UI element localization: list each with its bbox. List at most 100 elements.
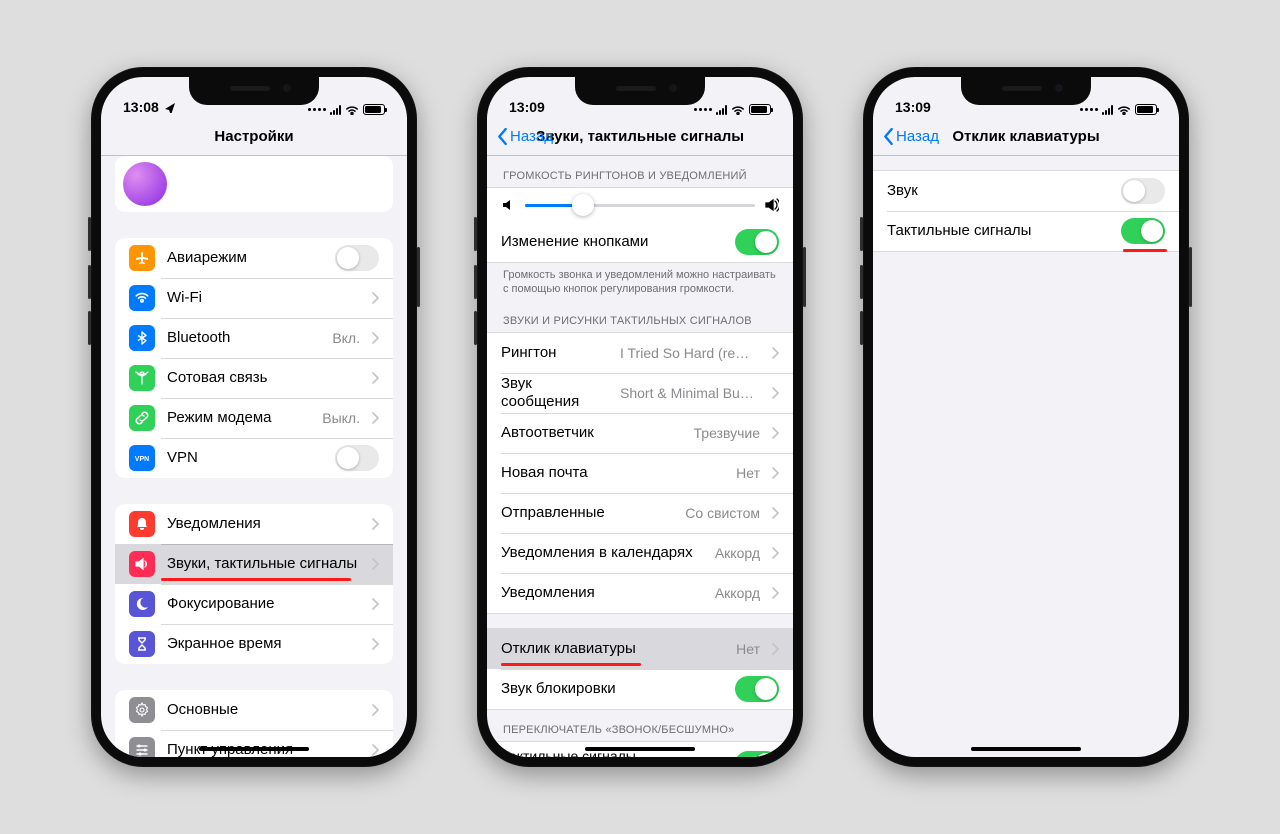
chevron-left-icon (883, 128, 894, 145)
row-label: Уведомления в календарях (501, 544, 703, 561)
section-header: ЗВУКИ И РИСУНКИ ТАКТИЛЬНЫХ СИГНАЛОВ (487, 301, 793, 332)
gear-icon (129, 697, 155, 723)
navbar: Назад Звуки, тактильные сигналы (487, 117, 793, 156)
keyboard-feedback-row[interactable]: Отклик клавиатуры Нет (487, 629, 793, 669)
settings-row[interactable]: Wi-Fi (115, 278, 393, 318)
settings-row[interactable]: Авиарежим (115, 238, 393, 278)
ringer-volume-slider[interactable] (487, 188, 793, 222)
screen-keyboard-feedback: 13:09 Назад Отклик клавиатуры Звук Тактил… (873, 77, 1179, 757)
settings-row[interactable]: Уведомления (115, 504, 393, 544)
settings-row[interactable]: Пункт управления (115, 730, 393, 757)
chevron-right-icon (372, 518, 379, 530)
row-label: Уведомления (501, 584, 703, 601)
settings-row[interactable]: Сотовая связь (115, 358, 393, 398)
row-label: VPN (167, 449, 323, 466)
wifi-status-icon (1117, 105, 1131, 115)
clock: 13:08 (123, 99, 159, 115)
sound-row[interactable]: АвтоответчикТрезвучие (487, 413, 793, 453)
back-button[interactable]: Назад (883, 128, 939, 145)
toggle[interactable] (1121, 218, 1165, 244)
section-header: ПЕРЕКЛЮЧАТЕЛЬ «ЗВОНОК/БЕСШУМНО» (487, 710, 793, 741)
sound-row[interactable]: Уведомления в календарях Аккорд (487, 533, 793, 573)
row-label: Новая почта (501, 464, 724, 481)
phone-2: 13:09 Назад Звуки, тактильные сигналы ГР… (477, 67, 803, 767)
toggle[interactable] (335, 445, 379, 471)
back-label: Назад (896, 128, 939, 145)
battery-icon (749, 104, 771, 115)
row-label: Изменение кнопками (501, 233, 723, 250)
home-indicator[interactable] (585, 747, 695, 751)
settings-row[interactable]: VPN VPN (115, 438, 393, 478)
chevron-right-icon (772, 427, 779, 439)
settings-row[interactable]: Основные (115, 690, 393, 730)
sound-row[interactable]: Отправленные Со свистом (487, 493, 793, 533)
vpn-icon: VPN (129, 445, 155, 471)
row-value: Со свистом (685, 505, 760, 521)
row-value: Аккорд (715, 545, 760, 561)
sound-row[interactable]: Звук сообщенияShort & Minimal Busine... (487, 373, 793, 413)
chevron-right-icon (772, 347, 779, 359)
lock-sound-toggle[interactable] (735, 676, 779, 702)
home-indicator[interactable] (199, 747, 309, 751)
chevron-right-icon (772, 643, 779, 655)
chevron-right-icon (372, 332, 379, 344)
dual-sim-icon (308, 108, 326, 111)
navbar: Назад Отклик клавиатуры (873, 117, 1179, 156)
bell-icon (129, 511, 155, 537)
row-label: Bluetooth (167, 329, 320, 346)
wifi-icon (129, 285, 155, 311)
toggle[interactable] (1121, 178, 1165, 204)
change-with-buttons-toggle[interactable] (735, 229, 779, 255)
row-label: Уведомления (167, 515, 360, 532)
settings-row[interactable]: Режим модемаВыкл. (115, 398, 393, 438)
location-icon (163, 101, 175, 113)
chevron-right-icon (772, 547, 779, 559)
settings-row[interactable]: Фокусирование (115, 584, 393, 624)
highlight-underline (161, 578, 351, 581)
highlight-underline (1123, 249, 1167, 252)
settings-row[interactable]: Звуки, тактильные сигналы (115, 544, 393, 584)
airplane-icon (129, 245, 155, 271)
change-with-buttons-row[interactable]: Изменение кнопками (487, 222, 793, 262)
link-icon (129, 405, 155, 431)
row-label: Звук блокировки (501, 680, 723, 697)
row-label: Автоответчик (501, 424, 682, 441)
back-label: Назад (510, 128, 553, 145)
chevron-right-icon (372, 638, 379, 650)
wifi-status-icon (345, 105, 359, 115)
content[interactable]: Авиарежим Wi-Fi Bluetooth Вкл. Сотовая связь… (101, 156, 407, 757)
lock-sound-row[interactable]: Звук блокировки (487, 669, 793, 709)
phone-3: 13:09 Назад Отклик клавиатуры Звук Тактил… (863, 67, 1189, 767)
dual-sim-icon (694, 108, 712, 111)
row-label: Тактильные сигналы (887, 222, 1109, 239)
home-indicator[interactable] (971, 747, 1081, 751)
apple-id-row[interactable] (115, 156, 393, 212)
settings-row[interactable]: Экранное время (115, 624, 393, 664)
keyboard-feedback-option[interactable]: Тактильные сигналы (873, 211, 1179, 251)
screen-settings: 13:08 Настройки АвиарежимWi-FiBluetoothВ… (101, 77, 407, 757)
sound-row[interactable]: Новая почтаНет (487, 453, 793, 493)
keyboard-feedback-option[interactable]: Звук (873, 171, 1179, 211)
row-label: Отклик клавиатуры (501, 640, 724, 657)
clock: 13:09 (895, 99, 931, 115)
row-value: Выкл. (322, 410, 360, 426)
chevron-right-icon (372, 292, 379, 304)
content[interactable]: Звук Тактильные сигналы (873, 156, 1179, 757)
sound-row[interactable]: РингтонI Tried So Hard (remix 2021) (487, 333, 793, 373)
chevron-right-icon (772, 507, 779, 519)
content[interactable]: ГРОМКОСТЬ РИНГТОНОВ И УВЕДОМЛЕНИЙ Измене… (487, 156, 793, 757)
row-value: Вкл. (332, 330, 360, 346)
sliders-icon (129, 737, 155, 757)
row-label: Фокусирование (167, 595, 360, 612)
toggle[interactable] (335, 245, 379, 271)
antenna-icon (129, 365, 155, 391)
row-label: Сотовая связь (167, 369, 348, 386)
row-label: Авиарежим (167, 249, 323, 266)
sound-row[interactable]: УведомленияАккорд (487, 573, 793, 613)
notch (575, 77, 705, 105)
toggle[interactable] (735, 751, 779, 757)
avatar (123, 162, 167, 206)
back-button[interactable]: Назад (497, 128, 553, 145)
row-label: Отправленные (501, 504, 673, 521)
settings-row[interactable]: Bluetooth Вкл. (115, 318, 393, 358)
